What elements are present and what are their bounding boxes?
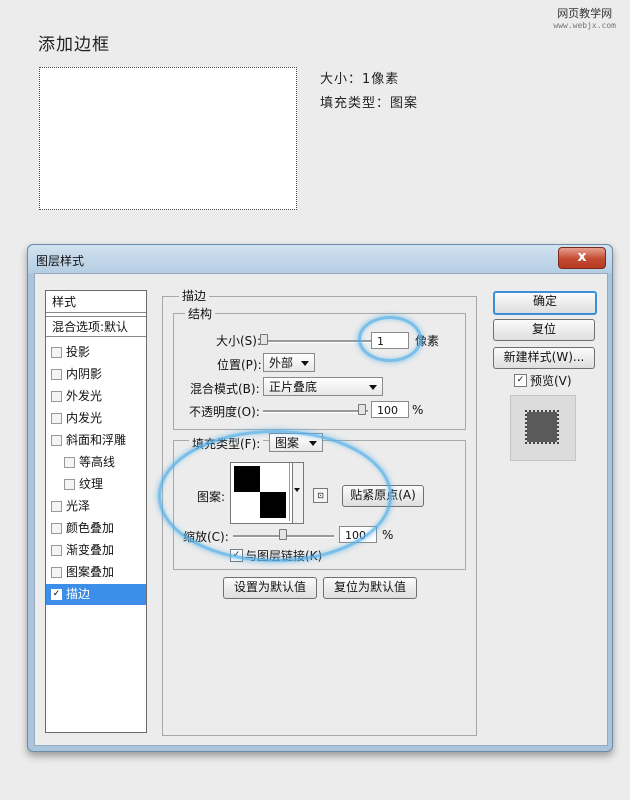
style-item[interactable]: 图案叠加	[46, 562, 146, 583]
style-item-label: 外发光	[66, 389, 103, 403]
reset-button[interactable]: 复位	[493, 319, 595, 341]
style-checkbox[interactable]	[51, 435, 62, 446]
style-item-label: 等高线	[79, 455, 116, 469]
style-checkbox[interactable]: ✓	[51, 589, 62, 600]
fill-highlight-ring	[158, 430, 392, 562]
style-checkbox[interactable]	[51, 347, 62, 358]
opacity-label: 不透明度(O):	[189, 405, 260, 419]
style-item-label: 图案叠加	[66, 565, 115, 579]
style-item[interactable]: 光泽	[46, 496, 146, 517]
close-button[interactable]: x	[558, 247, 606, 269]
style-checkbox[interactable]	[51, 369, 62, 380]
blend-mode-label: 混合模式(B):	[190, 382, 260, 396]
page-title: 添加边框	[38, 35, 110, 55]
opacity-slider-thumb[interactable]	[358, 404, 366, 415]
info-fill-type: 填充类型：图案	[320, 96, 419, 111]
blend-mode-dropdown[interactable]: 正片叠底	[263, 377, 383, 396]
style-item-label: 投影	[66, 345, 91, 359]
watermark-line-2: www.webjx.com	[553, 21, 616, 30]
style-item[interactable]: 颜色叠加	[46, 518, 146, 539]
size-slider-track[interactable]	[262, 340, 372, 343]
position-value: 外部	[269, 356, 294, 370]
style-checkbox[interactable]	[64, 457, 75, 468]
style-preview-thumbnail	[510, 395, 576, 461]
preview-checkbox[interactable]: ✓	[514, 374, 527, 387]
info-size: 大小：1像素	[320, 72, 400, 87]
style-checkbox[interactable]	[51, 413, 62, 424]
watermark: 网页教学网 www.webjx.com	[553, 8, 616, 32]
watermark-line-1: 网页教学网	[557, 7, 613, 20]
style-item-label: 描边	[66, 587, 91, 601]
style-checkbox[interactable]	[51, 567, 62, 578]
style-checkbox[interactable]	[51, 501, 62, 512]
chevron-down-icon	[301, 361, 309, 366]
style-item[interactable]: 纹理	[46, 474, 146, 495]
position-dropdown[interactable]: 外部	[263, 353, 315, 372]
style-item[interactable]: 投影	[46, 342, 146, 363]
structure-group-title: 结构	[185, 305, 216, 322]
opacity-unit: %	[412, 403, 424, 417]
title-bar[interactable]: 图层样式 x	[28, 245, 612, 273]
border-preview-box	[39, 67, 297, 210]
style-item[interactable]: ✓ 描边	[46, 584, 146, 605]
dialog-title: 图层样式	[36, 254, 85, 268]
size-highlight-ring	[358, 316, 422, 362]
new-style-button[interactable]: 新建样式(W)...	[493, 347, 595, 369]
style-checkbox[interactable]	[51, 523, 62, 534]
opacity-input[interactable]: 100	[371, 401, 409, 418]
style-item-label: 内发光	[66, 411, 103, 425]
reset-default-button[interactable]: 复位为默认值	[323, 577, 417, 599]
preview-label: 预览(V)	[530, 374, 572, 388]
set-default-button[interactable]: 设置为默认值	[223, 577, 317, 599]
style-item-label: 光泽	[66, 499, 91, 513]
blend-mode-value: 正片叠底	[269, 380, 318, 394]
style-item[interactable]: 内阴影	[46, 364, 146, 385]
style-item[interactable]: 等高线	[46, 452, 146, 473]
ok-button[interactable]: 确定	[493, 291, 597, 315]
size-label: 大小(S):	[216, 334, 262, 348]
style-checkbox[interactable]	[51, 545, 62, 556]
chevron-down-icon	[369, 385, 377, 390]
style-preview-swatch	[525, 410, 559, 444]
stroke-group-title: 描边	[179, 287, 210, 304]
style-checkbox[interactable]	[64, 479, 75, 490]
styles-header[interactable]: 样式	[46, 291, 146, 313]
styles-list: 样式 混合选项:默认 投影内阴影外发光内发光斜面和浮雕等高线纹理光泽颜色叠加渐变…	[45, 290, 147, 733]
style-item[interactable]: 内发光	[46, 408, 146, 429]
opacity-slider-track[interactable]	[263, 410, 368, 413]
style-item-label: 颜色叠加	[66, 521, 115, 535]
style-item-label: 内阴影	[66, 367, 103, 381]
style-item[interactable]: 渐变叠加	[46, 540, 146, 561]
style-checkbox[interactable]	[51, 391, 62, 402]
style-item[interactable]: 斜面和浮雕	[46, 430, 146, 451]
scale-unit: %	[382, 528, 394, 542]
blend-options-item[interactable]: 混合选项:默认	[46, 316, 146, 337]
size-slider-thumb[interactable]	[260, 334, 268, 345]
style-item[interactable]: 外发光	[46, 386, 146, 407]
style-item-label: 斜面和浮雕	[66, 433, 127, 447]
style-item-label: 渐变叠加	[66, 543, 115, 557]
position-label: 位置(P):	[217, 358, 262, 372]
dialog-body: 样式 混合选项:默认 投影内阴影外发光内发光斜面和浮雕等高线纹理光泽颜色叠加渐变…	[34, 273, 608, 746]
layer-style-dialog: 图层样式 x 样式 混合选项:默认 投影内阴影外发光内发光斜面和浮雕等高线纹理光…	[27, 244, 613, 752]
style-item-label: 纹理	[79, 477, 104, 491]
